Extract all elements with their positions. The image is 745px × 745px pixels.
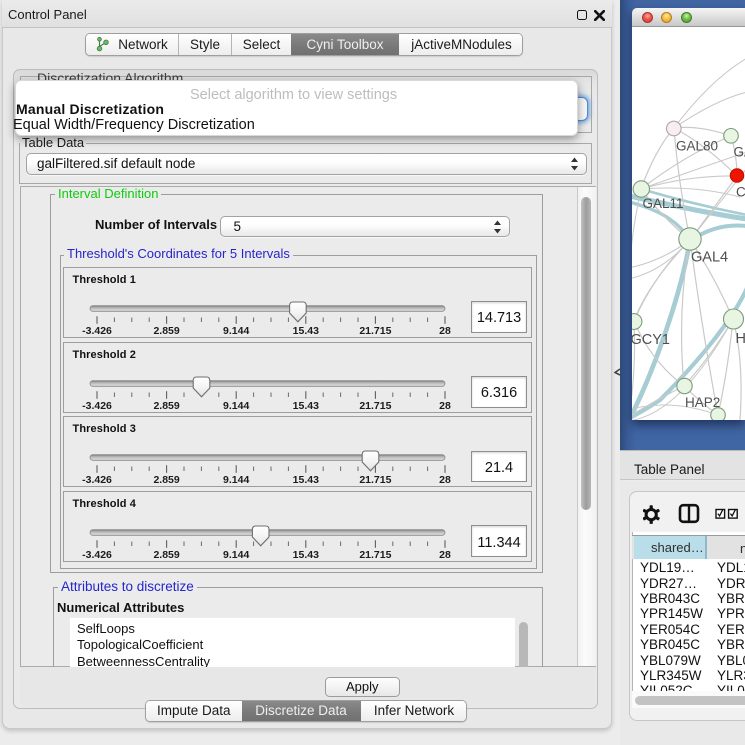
svg-text:-3.426: -3.426 xyxy=(82,399,112,411)
svg-text:GCY1: GCY1 xyxy=(632,332,670,348)
svg-text:-3.426: -3.426 xyxy=(82,474,112,486)
svg-text:15.43: 15.43 xyxy=(293,474,319,486)
svg-text:-3.426: -3.426 xyxy=(82,549,112,561)
svg-text:21.715: 21.715 xyxy=(359,324,391,336)
svg-text:15.43: 15.43 xyxy=(293,399,319,411)
svg-text:GAL80: GAL80 xyxy=(676,139,718,154)
svg-text:9.144: 9.144 xyxy=(223,474,249,486)
svg-text:28: 28 xyxy=(439,474,451,486)
svg-text:GA: GA xyxy=(734,145,745,160)
svg-text:9.144: 9.144 xyxy=(223,324,249,336)
svg-text:28: 28 xyxy=(439,324,451,336)
svg-text:9.144: 9.144 xyxy=(223,399,249,411)
svg-text:21.715: 21.715 xyxy=(359,474,391,486)
svg-text:28: 28 xyxy=(439,549,451,561)
svg-text:GAL4: GAL4 xyxy=(691,250,728,266)
svg-text:15.43: 15.43 xyxy=(293,324,319,336)
svg-text:H: H xyxy=(736,331,745,347)
svg-text:2.859: 2.859 xyxy=(153,474,179,486)
svg-text:15.43: 15.43 xyxy=(293,549,319,561)
svg-text:GAL11: GAL11 xyxy=(643,196,684,211)
svg-text:CY: CY xyxy=(736,185,745,200)
svg-text:2.859: 2.859 xyxy=(153,399,179,411)
svg-text:2.859: 2.859 xyxy=(153,549,179,561)
svg-text:-3.426: -3.426 xyxy=(82,324,112,336)
svg-text:21.715: 21.715 xyxy=(359,549,391,561)
svg-text:9.144: 9.144 xyxy=(223,549,249,561)
svg-text:28: 28 xyxy=(439,399,451,411)
svg-text:2.859: 2.859 xyxy=(153,324,179,336)
svg-text:HAP2: HAP2 xyxy=(685,395,720,410)
svg-text:21.715: 21.715 xyxy=(359,399,391,411)
